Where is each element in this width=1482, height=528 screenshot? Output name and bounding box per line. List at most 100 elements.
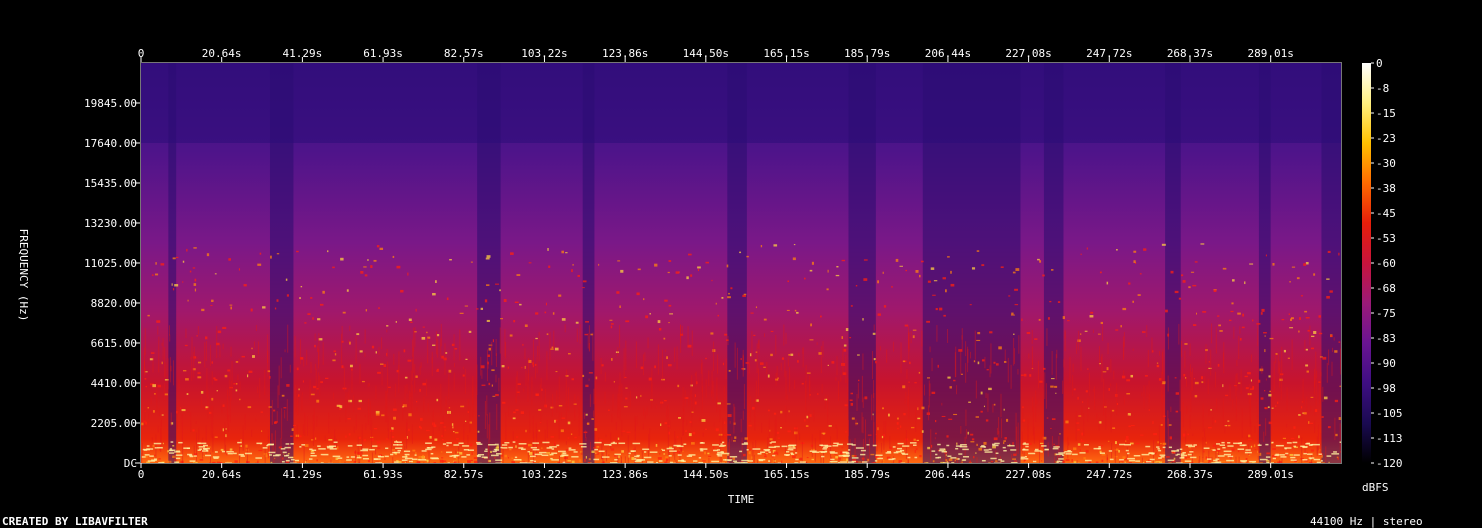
spectral-energy [1162, 442, 1167, 445]
low-band-harmonic [1040, 451, 1043, 453]
spectral-streak [848, 420, 850, 437]
low-band-harmonic [1233, 442, 1240, 445]
spectral-energy [728, 292, 730, 295]
spectral-energy [1067, 320, 1070, 322]
spectral-energy [504, 454, 507, 458]
spectral-streak [251, 429, 253, 437]
spectral-energy [200, 390, 204, 394]
spectral-energy [1133, 250, 1137, 253]
spectral-streak [227, 414, 229, 433]
spectral-energy [1106, 367, 1109, 371]
spectral-streak [1189, 414, 1191, 429]
spectral-streak [1202, 403, 1204, 432]
spectral-energy [927, 446, 931, 450]
spectral-streak [181, 414, 183, 445]
spectral-energy [448, 369, 452, 373]
spectral-streak [1254, 426, 1256, 433]
spectral-streak [593, 388, 595, 405]
low-band-harmonic [1149, 458, 1155, 461]
spectral-streak [758, 339, 760, 355]
low-band-harmonic [502, 447, 508, 449]
spectral-streak [1098, 346, 1100, 367]
spectral-energy [1051, 269, 1054, 271]
spectral-streak [191, 357, 193, 381]
spectral-energy [357, 407, 361, 410]
spectral-energy [724, 421, 726, 425]
low-band-harmonic [186, 447, 190, 450]
spectral-streak [1236, 359, 1238, 367]
spectral-streak [228, 380, 230, 397]
spectral-energy [896, 417, 899, 420]
low-band-harmonic [156, 447, 163, 449]
low-band-harmonic [1007, 444, 1015, 447]
spectral-streak [463, 424, 465, 443]
low-band-harmonic [212, 456, 220, 458]
spectral-streak [872, 350, 874, 380]
spectral-energy [1282, 437, 1287, 440]
low-band-harmonic [556, 444, 560, 447]
low-band-harmonic [643, 456, 652, 459]
spectral-streak [794, 380, 796, 390]
spectral-energy [748, 451, 751, 455]
spectral-energy [1268, 375, 1271, 378]
spectral-energy [1086, 247, 1088, 250]
spectral-energy [722, 362, 724, 366]
low-band-harmonic [897, 442, 904, 445]
spectral-energy [993, 361, 996, 364]
low-band-harmonic [1217, 448, 1221, 450]
spectral-streak [1222, 352, 1224, 368]
spectral-energy [494, 457, 496, 459]
low-band-harmonic [266, 444, 269, 447]
spectral-energy [502, 401, 506, 404]
low-band-harmonic [842, 451, 850, 454]
spectral-energy [377, 371, 381, 374]
low-band-harmonic [290, 458, 295, 461]
spectral-streak [212, 434, 214, 453]
spectral-energy [416, 401, 418, 403]
spectral-energy [1042, 367, 1046, 370]
spectral-energy [875, 360, 877, 364]
spectral-energy [1225, 394, 1229, 397]
spectral-streak [776, 366, 778, 380]
spectral-energy [454, 431, 459, 434]
low-band-harmonic [877, 457, 884, 460]
spectral-energy [1090, 311, 1094, 314]
spectral-energy [872, 332, 876, 335]
spectral-streak [799, 433, 801, 441]
spectral-streak [642, 423, 644, 430]
spectral-streak [722, 418, 724, 438]
spectral-streak [404, 385, 406, 411]
spectral-streak [191, 336, 193, 359]
spectral-energy [1178, 297, 1182, 300]
spectral-streak [644, 411, 646, 419]
spectral-energy [981, 359, 985, 362]
spectral-energy [1187, 456, 1190, 458]
spectral-energy [286, 384, 290, 387]
low-band-harmonic [174, 461, 180, 463]
spectral-streak [893, 341, 895, 352]
spectral-streak [1179, 379, 1181, 412]
spectral-streak [691, 330, 693, 356]
spectral-energy [1057, 301, 1061, 303]
spectral-streak [167, 358, 169, 390]
spectral-streak [708, 370, 710, 387]
low-band-harmonic [539, 451, 547, 454]
low-band-harmonic [594, 441, 602, 444]
spectral-streak [987, 393, 989, 412]
spectral-energy [845, 458, 849, 462]
spectral-streak [518, 391, 520, 396]
spectral-energy [575, 321, 579, 324]
low-band-harmonic [1279, 454, 1285, 456]
spectral-energy [1229, 319, 1232, 322]
low-band-harmonic [268, 443, 274, 446]
spectral-energy [485, 284, 490, 286]
low-band-harmonic [741, 443, 749, 445]
spectral-streak [230, 380, 232, 401]
spectral-energy [157, 384, 161, 388]
spectral-streak [1110, 358, 1112, 373]
spectral-streak [242, 425, 244, 451]
spectral-energy [1158, 378, 1162, 381]
spectral-energy [1125, 438, 1130, 441]
spectral-streak [838, 380, 840, 401]
spectral-streak [1032, 406, 1034, 436]
